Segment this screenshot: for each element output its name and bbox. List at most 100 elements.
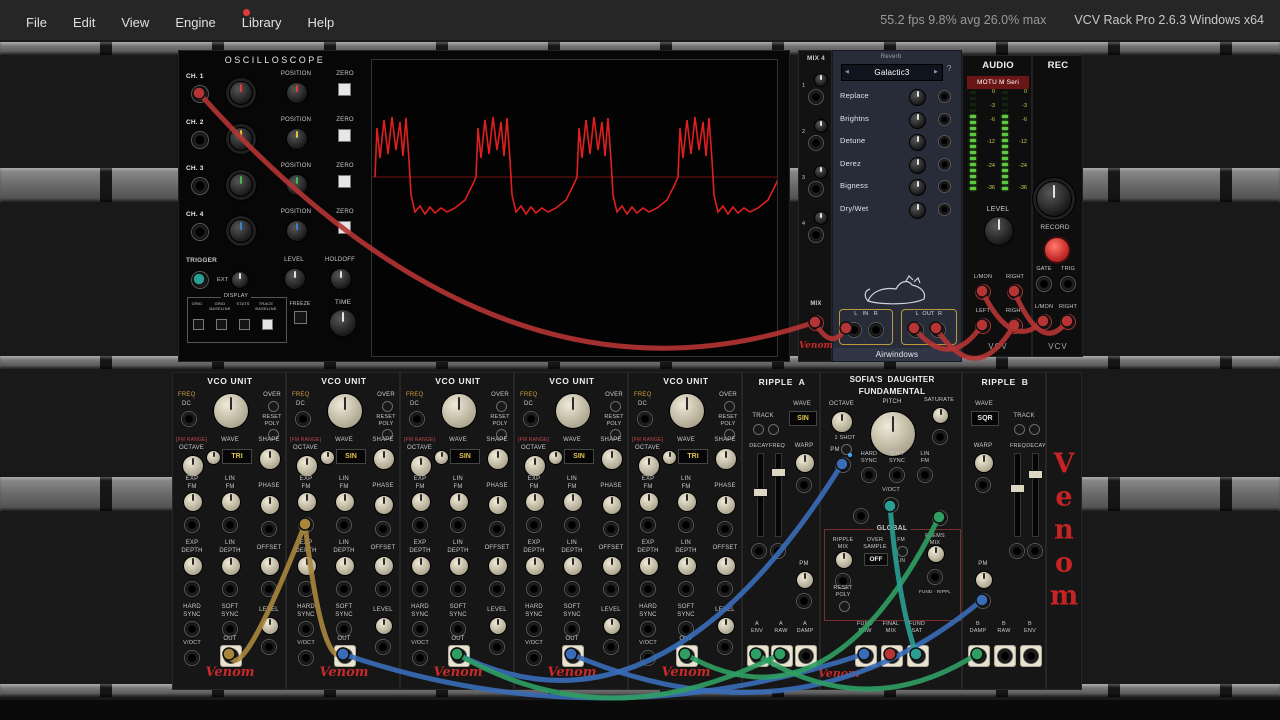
- audio-in-right-port[interactable]: [868, 322, 884, 338]
- exp-fm-port[interactable]: [184, 517, 200, 533]
- channel-4-range-knob[interactable]: [229, 219, 253, 243]
- voct-port[interactable]: [526, 650, 542, 666]
- level-port[interactable]: [489, 639, 505, 655]
- offset-port[interactable]: [261, 581, 277, 597]
- octave-knob[interactable]: [524, 455, 546, 477]
- final-mix-port[interactable]: [884, 648, 900, 664]
- channel-2-input-port[interactable]: [191, 131, 209, 149]
- freq-cv-port[interactable]: [295, 411, 311, 427]
- octave-knob[interactable]: [638, 455, 660, 477]
- freeze-button[interactable]: [294, 311, 307, 324]
- menu-file[interactable]: File: [26, 15, 47, 30]
- offset-knob[interactable]: [716, 556, 736, 576]
- lin-depth-knob[interactable]: [677, 556, 697, 576]
- channel-4-position-knob[interactable]: [286, 220, 308, 242]
- exp-fm-knob[interactable]: [183, 492, 203, 512]
- menu-help[interactable]: Help: [308, 15, 335, 30]
- offset-port[interactable]: [603, 581, 619, 597]
- level-knob[interactable]: [717, 617, 735, 635]
- offset-knob[interactable]: [488, 556, 508, 576]
- decay-slider[interactable]: [753, 453, 768, 537]
- soft-sync-port[interactable]: [889, 467, 905, 483]
- oversample-button[interactable]: [610, 401, 621, 412]
- channel-1-zero-button[interactable]: [338, 83, 351, 96]
- out-port[interactable]: [223, 648, 239, 664]
- fm-lin-toggle[interactable]: [897, 546, 908, 557]
- pm-port[interactable]: [975, 593, 991, 609]
- soft-sync-port[interactable]: [450, 621, 466, 637]
- channel-2-zero-button[interactable]: [338, 129, 351, 142]
- octave-knob[interactable]: [182, 455, 204, 477]
- b-raw-port[interactable]: [997, 648, 1013, 664]
- trigger-ext-knob[interactable]: [231, 271, 249, 289]
- preset-prev-button[interactable]: ◀: [845, 69, 849, 75]
- menu-edit[interactable]: Edit: [73, 15, 95, 30]
- channel-1-range-knob[interactable]: [229, 81, 253, 105]
- lin-fm-port[interactable]: [336, 517, 352, 533]
- phase-port[interactable]: [603, 521, 619, 537]
- track-button-2[interactable]: [768, 424, 779, 435]
- display-button-1[interactable]: [193, 319, 204, 330]
- pm-knob[interactable]: [975, 571, 993, 589]
- warp-port[interactable]: [975, 477, 991, 493]
- level-knob[interactable]: [984, 216, 1014, 246]
- lin-fm-knob[interactable]: [563, 492, 583, 512]
- freq-knob[interactable]: [213, 393, 249, 429]
- level-port[interactable]: [717, 639, 733, 655]
- lin-fm-port[interactable]: [917, 467, 933, 483]
- channel-1-position-knob[interactable]: [286, 82, 308, 104]
- ripple-mix-knob[interactable]: [835, 551, 853, 569]
- lin-fm-knob[interactable]: [449, 492, 469, 512]
- shape-knob[interactable]: [373, 448, 395, 470]
- lin-depth-port[interactable]: [678, 581, 694, 597]
- phase-knob[interactable]: [488, 495, 508, 515]
- freq-cv-port[interactable]: [523, 411, 539, 427]
- exp-depth-knob[interactable]: [525, 556, 545, 576]
- wave-knob[interactable]: [662, 450, 677, 465]
- exp-depth-knob[interactable]: [183, 556, 203, 576]
- monitor-right-port[interactable]: [1007, 284, 1023, 300]
- shape-knob[interactable]: [601, 448, 623, 470]
- param-knob-2[interactable]: [909, 134, 926, 151]
- channel-2-range-knob[interactable]: [229, 127, 253, 151]
- mix-channel-3-port[interactable]: [808, 181, 824, 197]
- param-cv-port-0[interactable]: [938, 90, 951, 103]
- exp-depth-port[interactable]: [412, 581, 428, 597]
- phase-port[interactable]: [261, 521, 277, 537]
- shape-knob[interactable]: [259, 448, 281, 470]
- oversample-button[interactable]: [496, 401, 507, 412]
- freq-slider[interactable]: [1010, 453, 1025, 537]
- freq-cv-port[interactable]: [181, 411, 197, 427]
- display-button-2[interactable]: [216, 319, 227, 330]
- time-knob[interactable]: [329, 309, 357, 337]
- menu-library[interactable]: Library: [242, 15, 282, 30]
- oversample-button[interactable]: [382, 401, 393, 412]
- b-env-port[interactable]: [1023, 648, 1039, 664]
- freq-cv-port[interactable]: [409, 411, 425, 427]
- rec-left-port[interactable]: [1036, 314, 1052, 330]
- warp-knob[interactable]: [974, 453, 994, 473]
- preset-next-button[interactable]: ▶: [934, 69, 938, 75]
- elems-mix-port[interactable]: [927, 569, 943, 585]
- saturate-port[interactable]: [932, 429, 948, 445]
- exp-fm-knob[interactable]: [411, 492, 431, 512]
- aux-right-port[interactable]: [932, 510, 948, 526]
- shape-knob[interactable]: [715, 448, 737, 470]
- record-button[interactable]: [1043, 236, 1071, 264]
- rec-right-port[interactable]: [1060, 314, 1076, 330]
- output-left-port[interactable]: [975, 318, 991, 334]
- soft-sync-port[interactable]: [336, 621, 352, 637]
- phase-port[interactable]: [375, 521, 391, 537]
- elems-mix-knob[interactable]: [927, 545, 945, 563]
- freq-knob[interactable]: [555, 393, 591, 429]
- gate-port[interactable]: [1036, 276, 1052, 292]
- lin-fm-port[interactable]: [450, 517, 466, 533]
- b-damp-port[interactable]: [971, 648, 987, 664]
- freq-cv-port[interactable]: [637, 411, 653, 427]
- voct-port[interactable]: [640, 650, 656, 666]
- exp-depth-port[interactable]: [298, 581, 314, 597]
- hard-sync-port[interactable]: [412, 621, 428, 637]
- exp-fm-port[interactable]: [640, 517, 656, 533]
- lin-depth-port[interactable]: [564, 581, 580, 597]
- offset-knob[interactable]: [260, 556, 280, 576]
